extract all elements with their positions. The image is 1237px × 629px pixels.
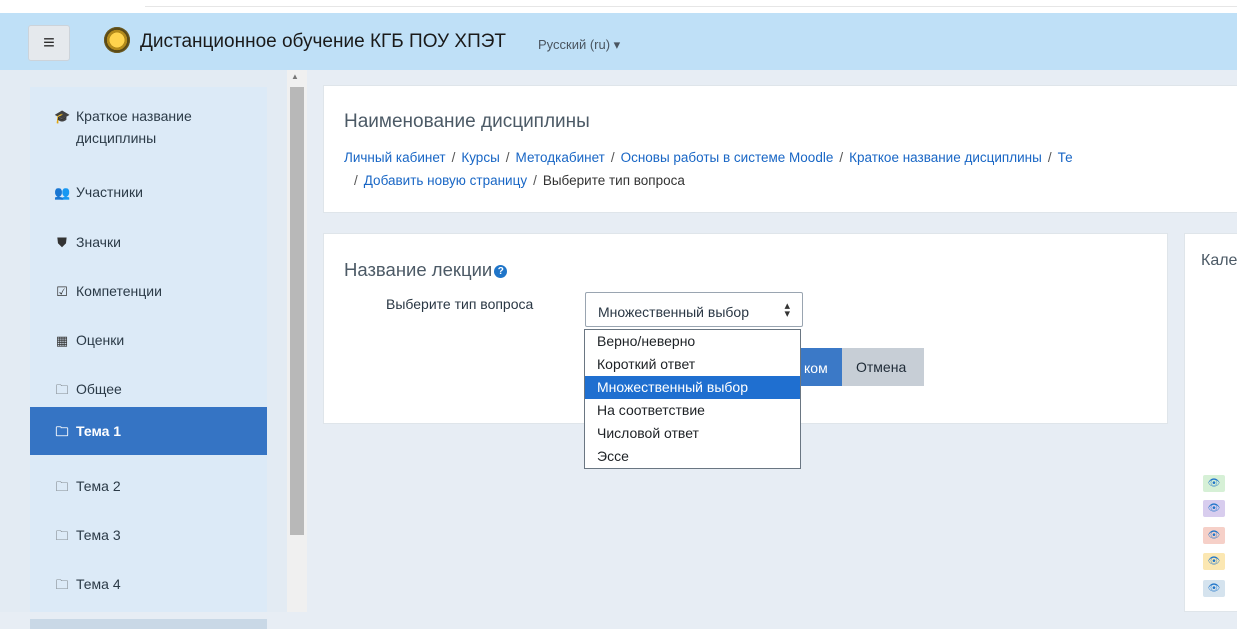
sidebar-item-4[interactable]: ☑ Компетенции bbox=[30, 276, 267, 307]
page-title: Наименование дисциплины bbox=[344, 111, 590, 132]
sidebar-item-9[interactable]: 🗀 Тема 3 bbox=[30, 520, 267, 551]
dropdown-option[interactable]: Эссе bbox=[585, 445, 800, 468]
breadcrumb-link[interactable]: Курсы bbox=[461, 150, 499, 165]
sidebar-item-label: Тема 4 bbox=[76, 576, 121, 592]
breadcrumb-separator: / bbox=[451, 150, 456, 165]
breadcrumb-link[interactable]: Те bbox=[1058, 150, 1073, 165]
dropdown-option[interactable]: На соответствие bbox=[585, 399, 800, 422]
eye-icon[interactable]: 👁 bbox=[1203, 553, 1225, 570]
sidebar-item-label: Тема 3 bbox=[76, 527, 121, 543]
sidebar-item-6[interactable]: 🗀 Общее bbox=[30, 374, 267, 405]
cancel-button[interactable]: Отмена bbox=[842, 348, 924, 386]
shield-icon: ⛊ bbox=[57, 235, 67, 250]
folder-icon: 🗀 bbox=[55, 479, 69, 494]
breadcrumb-separator: / bbox=[839, 150, 844, 165]
breadcrumb-link[interactable]: Личный кабинет bbox=[344, 150, 446, 165]
sidebar-item-label: Тема 1 bbox=[76, 423, 122, 439]
question-type-label: Выберите тип вопроса bbox=[386, 296, 534, 312]
sidebar-item-label: Общее bbox=[76, 381, 122, 397]
sidebar-item-label: Значки bbox=[76, 234, 121, 250]
sidebar-item-label: Тема 2 bbox=[76, 478, 121, 494]
sidebar-item-8[interactable]: 🗀 Тема 2 bbox=[30, 471, 267, 502]
calendar-title: Кале bbox=[1201, 252, 1237, 269]
navbar: ≡ Дистанционное обучение КГБ ПОУ ХПЭТ Ру… bbox=[0, 13, 1237, 70]
breadcrumb-separator: / bbox=[533, 173, 537, 188]
sidebar-item-1[interactable]: 🎓 Краткое название дисциплины bbox=[30, 105, 267, 149]
menu-toggle-button[interactable]: ≡ bbox=[28, 25, 70, 61]
eye-icon[interactable]: 👁 bbox=[1203, 527, 1225, 544]
breadcrumb-separator: / bbox=[1047, 150, 1052, 165]
help-icon[interactable]: ? bbox=[494, 264, 508, 278]
sidebar-item-label: Краткое название дисциплины bbox=[76, 108, 192, 146]
breadcrumb-link[interactable]: Методкабинет bbox=[516, 150, 605, 165]
sidebar-item-3[interactable]: ⛊ Значки bbox=[30, 227, 267, 258]
breadcrumb-separator: / bbox=[505, 150, 510, 165]
course-nav-sidebar: 🎓 Краткое название дисциплины 👥 Участники ⛊ З… bbox=[30, 87, 267, 629]
breadcrumb-link[interactable]: Основы работы в системе Moodle bbox=[621, 150, 834, 165]
dropdown-option[interactable]: Короткий ответ bbox=[585, 353, 800, 376]
breadcrumb-link[interactable]: Краткое название дисциплины bbox=[849, 150, 1042, 165]
breadcrumb-link[interactable]: Добавить новую страницу bbox=[364, 173, 527, 188]
users-icon: 👥 bbox=[54, 185, 71, 200]
scroll-thumb[interactable] bbox=[290, 87, 304, 535]
breadcrumb-separator: / bbox=[354, 173, 358, 188]
question-type-select[interactable]: Множественный выбор ▴ ▾ bbox=[585, 292, 803, 327]
graduation-cap-icon: 🎓 bbox=[54, 109, 71, 124]
site-logo[interactable] bbox=[104, 27, 130, 53]
select-value: Множественный выбор bbox=[598, 304, 749, 320]
sidebar-item-5[interactable]: ▦ Оценки bbox=[30, 325, 267, 356]
sidebar-item-7[interactable]: 🗀 Тема 1 bbox=[30, 407, 267, 455]
hamburger-icon: ≡ bbox=[43, 31, 55, 54]
site-title[interactable]: Дистанционное обучение КГБ ПОУ ХПЭТ bbox=[140, 31, 506, 53]
folder-icon: 🗀 bbox=[55, 382, 69, 397]
eye-icon[interactable]: 👁 bbox=[1203, 500, 1225, 517]
page-header-card: Наименование дисциплины Личный кабинет / К… bbox=[323, 85, 1237, 213]
top-strip bbox=[0, 0, 1237, 13]
lecture-title: Название лекции? bbox=[344, 259, 508, 281]
folder-icon: 🗀 bbox=[55, 577, 69, 592]
table-icon: ▦ bbox=[55, 333, 69, 348]
sidebar-divider bbox=[30, 619, 267, 629]
lecture-title-text: Название лекции bbox=[344, 259, 493, 280]
breadcrumb-current[interactable]: Выберите тип вопроса bbox=[543, 173, 685, 188]
dropdown-option[interactable]: Множественный выбор bbox=[585, 376, 800, 399]
select-arrows-icon: ▴ ▾ bbox=[784, 300, 790, 320]
language-menu[interactable]: Русский (ru) ▾ bbox=[538, 37, 620, 53]
folder-icon: 🗀 bbox=[55, 424, 69, 439]
breadcrumb: Личный кабинет / Курсы / Методкабинет / Основы… bbox=[344, 146, 1237, 192]
dropdown-option[interactable]: Верно/неверно bbox=[585, 330, 800, 353]
sidebar-item-10[interactable]: 🗀 Тема 4 bbox=[30, 569, 267, 600]
eye-icon[interactable]: 👁 bbox=[1203, 580, 1225, 597]
sidebar-item-label: Компетенции bbox=[76, 283, 162, 299]
divider bbox=[145, 6, 1237, 7]
sidebar-item-label: Участники bbox=[76, 184, 143, 200]
checkbox-icon: ☑ bbox=[56, 284, 68, 299]
folder-icon: 🗀 bbox=[55, 528, 69, 543]
eye-icon[interactable]: 👁 bbox=[1203, 475, 1225, 492]
sidebar-item-2[interactable]: 👥 Участники bbox=[30, 177, 267, 208]
question-type-dropdown[interactable]: Верно/неверно Короткий ответ Множественный… bbox=[584, 329, 801, 469]
breadcrumb-separator: / bbox=[610, 150, 615, 165]
dropdown-option[interactable]: Числовой ответ bbox=[585, 422, 800, 445]
scroll-up-arrow-icon[interactable]: ▲ bbox=[291, 72, 299, 81]
sidebar-item-label: Оценки bbox=[76, 332, 125, 348]
